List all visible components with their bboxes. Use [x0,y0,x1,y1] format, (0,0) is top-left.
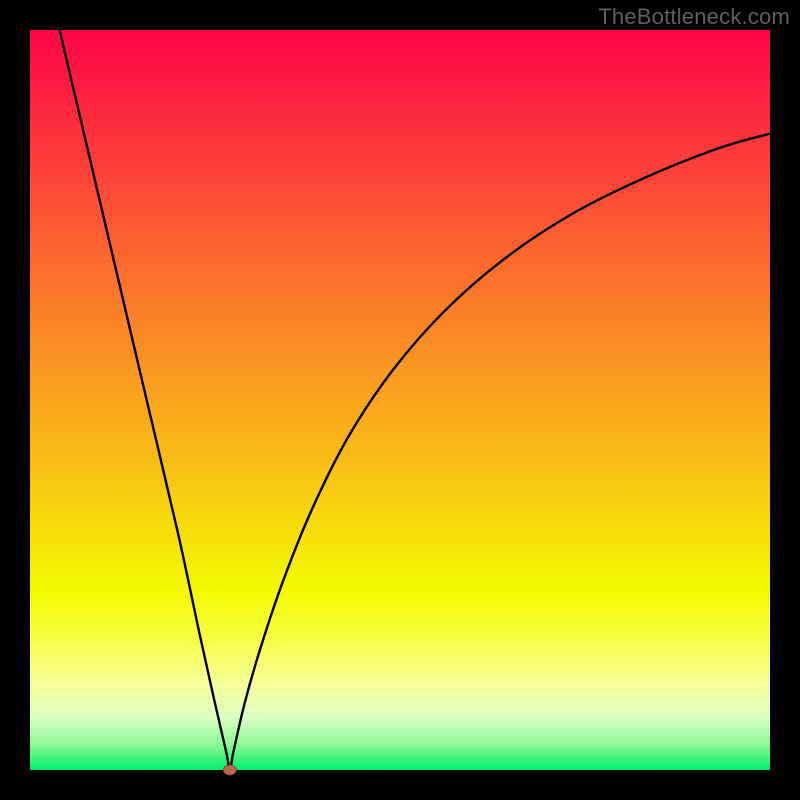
watermark-text: TheBottleneck.com [598,4,790,30]
chart-stage: TheBottleneck.com [0,0,800,800]
minimum-marker [223,765,236,775]
plot-background [30,30,770,770]
chart-svg [0,0,800,800]
